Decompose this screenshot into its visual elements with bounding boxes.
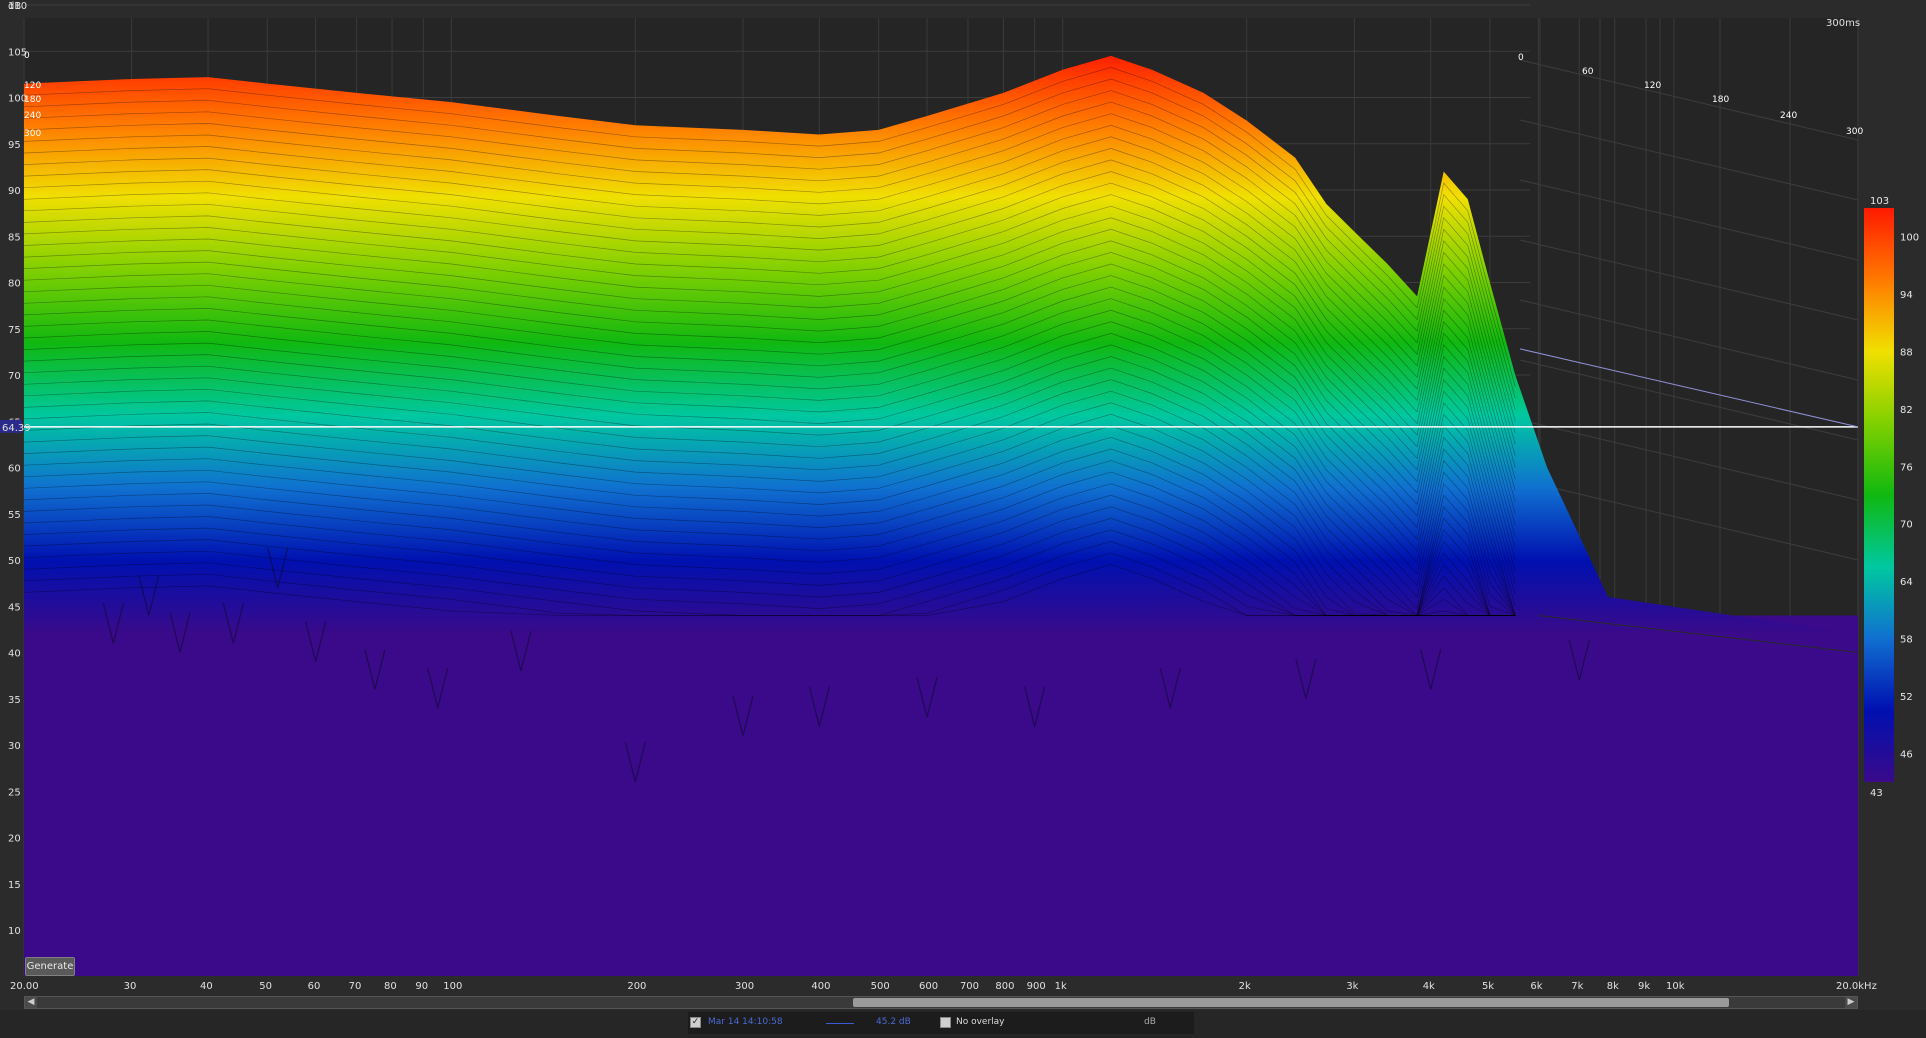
x-tick-label: 200: [627, 981, 646, 992]
legend-panel: ✓ Mar 14 14:10:58 45.2 dB No overlay dB: [688, 1012, 1194, 1034]
colorbar-tick-label: 82: [1900, 405, 1913, 416]
x-tick-label: 40: [200, 981, 213, 992]
y-tick-label: 70: [8, 371, 21, 382]
measurement-name: Mar 14 14:10:58: [708, 1017, 783, 1027]
time-tick-label-left: 120: [24, 81, 41, 91]
y-tick-label: 75: [8, 325, 21, 336]
time-tick-label: 240: [1780, 111, 1797, 121]
colorbar-tick-label: 100: [1900, 233, 1919, 244]
x-tick-label: 800: [995, 981, 1014, 992]
time-tick-label-left: 180: [24, 95, 41, 105]
scroll-right-icon[interactable]: ▶: [1845, 997, 1857, 1008]
unit-label: dB: [1144, 1017, 1156, 1027]
time-tick-label-left: 240: [24, 111, 41, 121]
x-tick-label: 60: [308, 981, 321, 992]
y-tick-label: 40: [8, 649, 21, 660]
scroll-thumb[interactable]: [853, 998, 1729, 1007]
time-axis-label: 300ms: [1826, 18, 1860, 29]
x-tick-label: 300: [735, 981, 754, 992]
y-tick-label: 30: [8, 741, 21, 752]
colorbar: 103 43 100 94 88 82 76 70 64 58 52 46: [1864, 196, 1919, 799]
time-tick-label: 0: [1518, 53, 1524, 63]
y-tick-label: 10: [8, 926, 21, 937]
y-tick-label: 45: [8, 602, 21, 613]
measurement-value: 45.2 dB: [876, 1017, 911, 1027]
x-tick-label: 10k: [1666, 981, 1685, 992]
horizontal-scrollbar[interactable]: ◀ ▶: [24, 996, 1858, 1009]
x-tick-label: 7k: [1571, 981, 1583, 992]
x-tick-label: 20.0kHz: [1836, 981, 1877, 992]
footer-bar: ✓ Mar 14 14:10:58 45.2 dB No overlay dB: [0, 1010, 1926, 1038]
y-tick-label: 85: [8, 232, 21, 243]
colorbar-tick-label: 88: [1900, 348, 1913, 359]
x-tick-label: 2k: [1239, 981, 1251, 992]
y-tick-label: 80: [8, 279, 21, 290]
scroll-left-icon[interactable]: ◀: [25, 997, 37, 1008]
x-tick-label: 5k: [1482, 981, 1494, 992]
measurement-checkbox[interactable]: ✓: [690, 1017, 701, 1028]
x-tick-label: 500: [871, 981, 890, 992]
x-tick-label: 9k: [1638, 981, 1650, 992]
x-tick-label: 900: [1027, 981, 1046, 992]
x-tick-label: 100: [443, 981, 462, 992]
x-tick-label: 80: [384, 981, 397, 992]
cursor-value-label: 64.39: [2, 423, 31, 434]
y-tick-label: 90: [8, 186, 21, 197]
measurement-line-swatch: [826, 1023, 854, 1024]
x-tick-label: 8k: [1607, 981, 1619, 992]
colorbar-min-label: 43: [1870, 788, 1883, 799]
y-tick-label: 55: [8, 510, 21, 521]
time-tick-label-left: 300: [24, 129, 41, 139]
waterfall-plot[interactable]: dB11010510095908580757065605550454035302…: [0, 0, 1926, 995]
y-tick-label: 95: [8, 140, 21, 151]
y-tick-label: 25: [8, 787, 21, 798]
x-tick-label: 600: [919, 981, 938, 992]
time-tick-label-left: 0: [24, 51, 30, 61]
generate-button[interactable]: Generate: [25, 957, 75, 976]
colorbar-tick-label: 58: [1900, 635, 1913, 646]
x-tick-label: 3k: [1346, 981, 1358, 992]
colorbar-tick-label: 94: [1900, 290, 1913, 301]
overlay-checkbox[interactable]: [940, 1017, 951, 1028]
x-tick-label: 4k: [1423, 981, 1435, 992]
x-tick-label: 50: [259, 981, 272, 992]
x-tick-label: 90: [415, 981, 428, 992]
y-tick-label: 50: [8, 556, 21, 567]
time-tick-label: 60: [1582, 67, 1594, 77]
x-tick-label: 70: [349, 981, 362, 992]
colorbar-tick-label: 46: [1900, 749, 1913, 760]
colorbar-tick-label: 76: [1900, 462, 1913, 473]
time-tick-label: 300: [1846, 127, 1863, 137]
colorbar-bar: [1864, 208, 1894, 782]
colorbar-max-label: 103: [1870, 196, 1889, 207]
colorbar-tick-label: 52: [1900, 692, 1913, 703]
x-axis: 20.00 30 40 50 60 70 80 90 100 200 300 400 500 600 700…: [10, 981, 1877, 992]
x-tick-label: 400: [811, 981, 830, 992]
colorbar-tick-label: 64: [1900, 577, 1913, 588]
x-tick-label: 20.00: [10, 981, 39, 992]
colorbar-tick-label: 70: [1900, 520, 1913, 531]
x-tick-label: 700: [960, 981, 979, 992]
y-tick-label: 110: [8, 1, 27, 12]
time-tick-label: 120: [1644, 81, 1661, 91]
y-tick-label: 35: [8, 695, 21, 706]
y-tick-label: 20: [8, 834, 21, 845]
y-tick-label: 15: [8, 880, 21, 891]
time-tick-label: 180: [1712, 95, 1729, 105]
x-tick-label: 1k: [1055, 981, 1067, 992]
x-tick-label: 6k: [1530, 981, 1542, 992]
overlay-label: No overlay: [956, 1017, 1005, 1027]
y-tick-label: 60: [8, 464, 21, 475]
x-tick-label: 30: [124, 981, 137, 992]
